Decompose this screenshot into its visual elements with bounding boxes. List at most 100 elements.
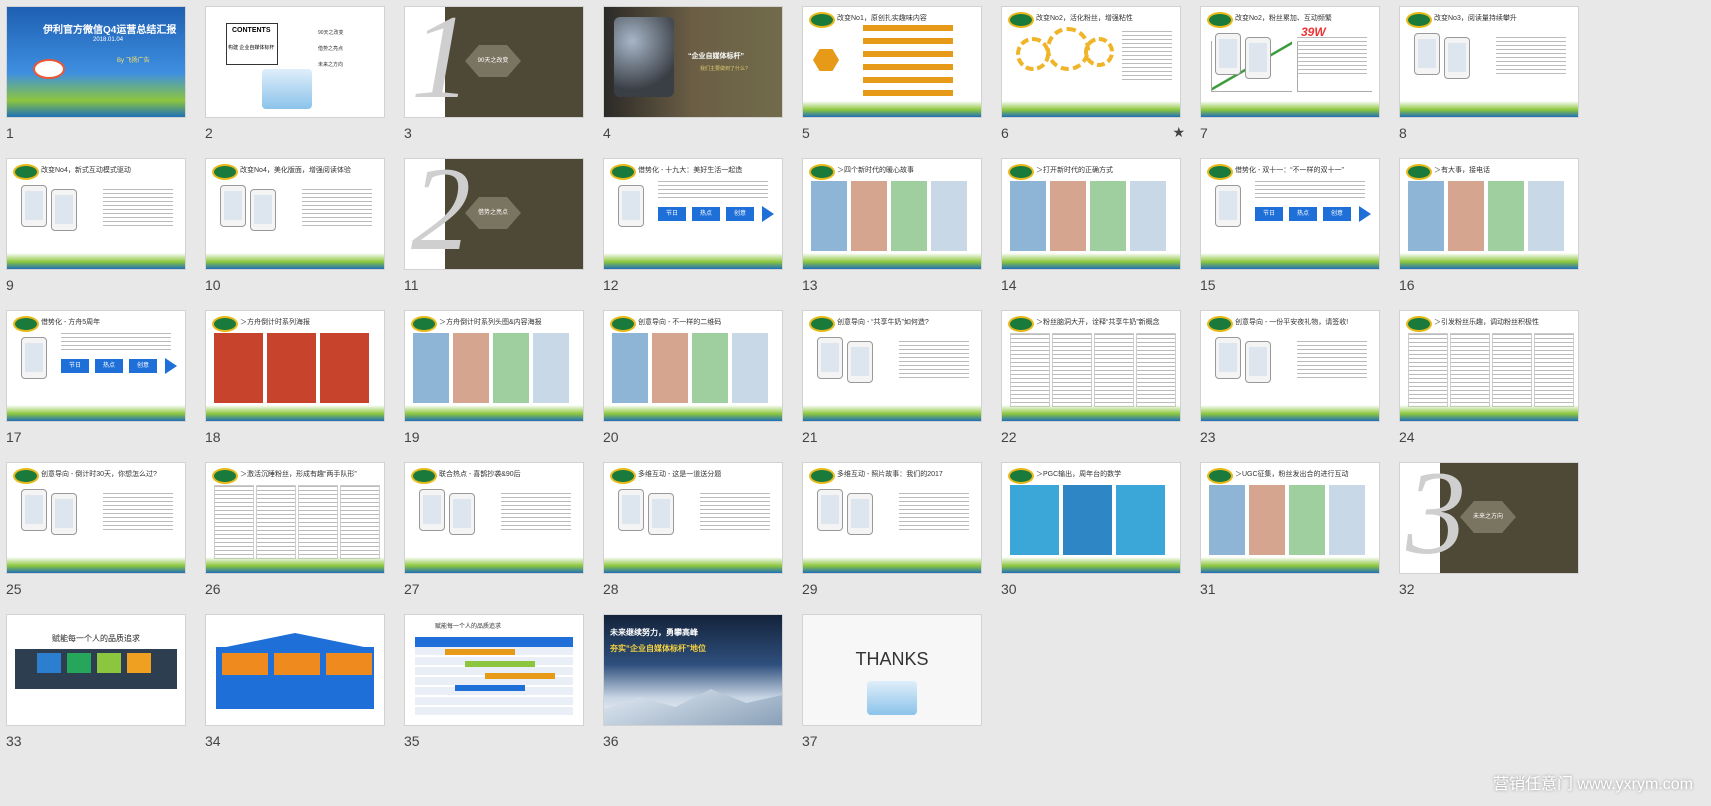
slide-subquote: 我们主要做到了什么? [700,66,748,72]
slide-title: 改变No1，原创扎实趣味内容 [837,15,927,22]
yili-logo [1406,316,1432,332]
slide-thumbnail[interactable]: ＞PGC输出，周年台的数学 [1001,462,1181,574]
slide-thumbnail[interactable]: 创意导向 - 倒计时30天，你想怎么过? [6,462,186,574]
phone-mockup [817,489,843,531]
slide-title: 借势化 - 方舟5周年 [41,319,101,326]
slide-thumbnail[interactable]: 创意导向 - “共享牛奶”如何造? [802,310,982,422]
slide-title: 借势化 - 双十一：“不一样的双十一” [1235,167,1344,174]
animation-star-icon: ★ [1172,124,1185,140]
yili-logo [809,164,835,180]
slide-thumbnail[interactable]: 1 90天之改变 [404,6,584,118]
photo-image [1010,485,1059,555]
slide-thumbnail[interactable]: 伊利官方微信Q4运营总结汇报 2018.01.04 By 飞扬广告 [6,6,186,118]
slide-title: 赋能每一个人的品质追求 [435,624,502,630]
slide-title: 创意导向 - 一份平安夜礼物，请签收! [1235,319,1349,326]
slide-title: 联合热点 - 喜鹊抄袭&90后 [439,471,521,478]
slide-title: 借势化 - 十九大：美好生活一起造 [638,167,743,174]
slide-thumbnail[interactable]: CONTENTS 构建 企业自媒体标杆 90天之改变 借势之亮点 未来之方向 [205,6,385,118]
slide-thumbnail[interactable]: ＞UGC征集，粉丝发出合的进行互动 [1200,462,1380,574]
description-text [1297,37,1367,77]
photo-image [652,333,688,403]
footer-wave [7,405,185,421]
phone-mockup [51,189,77,231]
slide-thumbnail[interactable]: 改变No1，原创扎实趣味内容 [802,6,982,118]
photo-image [1010,181,1046,251]
description-text [61,333,171,353]
slide-thumbnail[interactable]: 改变No4，美化版面，增强阅读体验 [205,158,385,270]
slide-thumbnail[interactable]: 多维互动 - 这是一道送分题 [603,462,783,574]
slide-cell: 改变No2，粉丝累加、互动频繁 39W 7 [1194,0,1380,150]
slide-thumbnail[interactable]: ＞有大事，接电话 [1399,158,1579,270]
slide-thumbnail[interactable]: ＞打开新时代的正确方式 [1001,158,1181,270]
slide-thumbnail[interactable]: 借势化 - 十九大：美好生活一起造 节日 热点 创意 [603,158,783,270]
section-hexagon: 未来之方向 [1460,501,1516,533]
slide-thumbnail[interactable]: 改变No2，活化粉丝，增强粘性 [1001,6,1181,118]
photo-image [1289,485,1325,555]
slide-thumbnail[interactable]: 3 未来之方向 [1399,462,1579,574]
phone-mockup [21,489,47,531]
slide-number: 22 [1001,429,1017,445]
slide-number: 31 [1200,581,1216,597]
slide-cell: 借势化 - 方舟5周年 节日 热点 创意 17 [0,304,186,454]
slide-thumbnail[interactable]: 改变No3，阅读量持续攀升 [1399,6,1579,118]
slide-thumbnail[interactable]: ＞引发粉丝乐趣，调动粉丝积极性 [1399,310,1579,422]
slide-thumbnail[interactable]: THANKS [802,614,982,726]
comment-screenshot [1492,333,1532,407]
section-number: 2 [411,158,471,270]
section-number: 3 [1406,462,1466,574]
slide-thumbnail[interactable]: ＞方舟倒计时系列海报 [205,310,385,422]
slide-thumbnail[interactable]: 改变No2，粉丝累加、互动频繁 39W [1200,6,1380,118]
content-hexagon [813,49,839,71]
slide-thumbnail[interactable]: 赋能每一个人的品质追求 [404,614,584,726]
slide-cell: 3 未来之方向 32 [1393,456,1579,606]
contents-item: 借势之亮点 [318,46,344,52]
phone-mockup [250,189,276,231]
photo-image [453,333,489,403]
slide-number: 21 [802,429,818,445]
photo-image [1329,485,1365,555]
watermark: 营销任意门 www.yxrym.com [1492,776,1693,793]
slide-thumbnail[interactable]: 创意导向 - 一份平安夜礼物，请签收! [1200,310,1380,422]
slide-thumbnail[interactable]: 2 借势之亮点 [404,158,584,270]
slide-thumbnail[interactable]: ＞四个新时代的暖心故事 [802,158,982,270]
slide-thumbnail[interactable]: ＞粉丝脑洞大开，诠释“共享牛奶”新概念 [1001,310,1181,422]
slide-cell: “企业自媒体标杆” 我们主要做到了什么? 4 [597,0,783,150]
slide-thumbnail[interactable]: ＞激活沉睡粉丝，形成有趣“两手队形” [205,462,385,574]
slide-number: 13 [802,277,818,293]
slide-cell: THANKS 37 [796,608,982,758]
slide-number: 36 [603,733,619,749]
slide-thumbnail[interactable]: 借势化 - 方舟5周年 节日 热点 创意 [6,310,186,422]
slide-cell: 伊利官方微信Q4运营总结汇报 2018.01.04 By 飞扬广告 1 [0,0,186,150]
gear-icon [1084,37,1114,67]
slide-thumbnail[interactable]: 赋能每一个人的品质追求 [6,614,186,726]
step-box: 创意 [1323,207,1351,221]
slide-thumbnail[interactable]: 改变No4，新式互动模式驱动 [6,158,186,270]
yili-logo [212,164,238,180]
hammer-photo [614,17,674,97]
description-text [658,181,768,201]
slide-number: 25 [6,581,22,597]
slide-cell: ＞粉丝脑洞大开，诠释“共享牛奶”新概念 22 [995,304,1181,454]
slide-thumbnail[interactable] [205,614,385,726]
phone-mockup [21,337,47,379]
slide-thumbnail[interactable]: 借势化 - 双十一：“不一样的双十一” 节日 热点 创意 [1200,158,1380,270]
slide-cell: 赋能每一个人的品质追求 33 [0,608,186,758]
slide-title: ＞粉丝脑洞大开，诠释“共享牛奶”新概念 [1036,319,1160,326]
slide-cell: 改变No3，阅读量持续攀升 8 [1393,0,1579,150]
yili-logo [33,59,65,79]
slide-number: 5 [802,125,810,141]
slide-number: 12 [603,277,619,293]
slide-cell: 未来继续努力，勇攀高峰 夯实“企业自媒体标杆”地位 36 [597,608,783,758]
slide-thumbnail[interactable]: 多维互动 - 照片故事：我们的2017 [802,462,982,574]
slide-thumbnail[interactable]: “企业自媒体标杆” 我们主要做到了什么? [603,6,783,118]
step-box: 创意 [726,207,754,221]
yili-logo [212,468,238,484]
slide-thumbnail[interactable]: ＞方舟倒计时系列头图&内容海报 [404,310,584,422]
slide-thumbnail[interactable]: 创意导向 - 不一样的二维码 [603,310,783,422]
slide-thumbnail[interactable]: 未来继续努力，勇攀高峰 夯实“企业自媒体标杆”地位 [603,614,783,726]
slide-cell: 创意导向 - “共享牛奶”如何造? 21 [796,304,982,454]
yili-logo [411,316,437,332]
slide-thumbnail[interactable]: 联合热点 - 喜鹊抄袭&90后 [404,462,584,574]
section-number: 1 [411,6,471,118]
arrow-icon [1359,206,1371,222]
